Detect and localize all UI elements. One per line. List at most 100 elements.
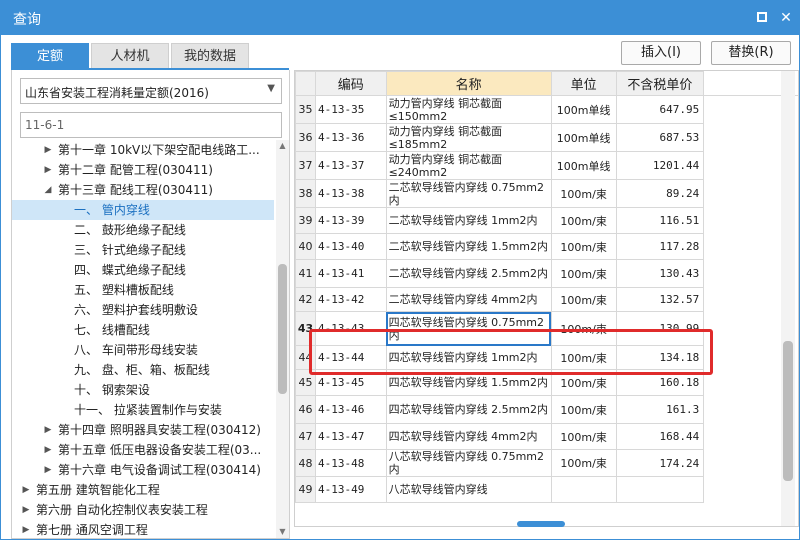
- collapsed-arrow-icon[interactable]: ▶: [20, 500, 32, 520]
- name-cell[interactable]: 动力管内穿线 铜芯截面≤150mm2: [385, 95, 552, 124]
- price-cell[interactable]: 160.18: [615, 369, 705, 396]
- row-number[interactable]: 37: [295, 151, 316, 180]
- search-input[interactable]: [20, 112, 282, 138]
- name-cell[interactable]: 四芯软导线管内穿线 1.5mm2内: [385, 369, 552, 396]
- replace-button[interactable]: 替换(R): [711, 41, 791, 65]
- row-number[interactable]: 35: [295, 95, 316, 124]
- price-cell[interactable]: 117.28: [615, 233, 705, 260]
- tab-labor-material-machine[interactable]: 人材机: [91, 43, 169, 69]
- tree-item[interactable]: 一、 管内穿线: [12, 200, 274, 220]
- tree-item[interactable]: 三、 针式绝缘子配线: [12, 240, 274, 260]
- tree-item[interactable]: ▶ 第六册 自动化控制仪表安装工程: [12, 500, 274, 520]
- row-number[interactable]: 41: [295, 259, 316, 288]
- code-cell[interactable]: 4-13-38: [314, 179, 387, 208]
- collapsed-arrow-icon[interactable]: ▶: [42, 160, 54, 180]
- unit-header[interactable]: 单位: [550, 71, 617, 96]
- price-cell[interactable]: 89.24: [615, 179, 705, 208]
- row-number[interactable]: 38: [295, 179, 316, 208]
- tree-item[interactable]: ▶ 第五册 建筑智能化工程: [12, 480, 274, 500]
- tree-item[interactable]: 八、 车间带形母线安装: [12, 340, 274, 360]
- resize-grip[interactable]: [517, 521, 565, 527]
- table-row[interactable]: 40 4-13-40 二芯软导线管内穿线 1.5mm2内 100m/束 117.28: [295, 233, 799, 260]
- code-cell[interactable]: 4-13-48: [314, 449, 387, 477]
- price-cell[interactable]: [615, 476, 705, 503]
- row-number[interactable]: 47: [295, 423, 316, 450]
- code-cell[interactable]: 4-13-49: [314, 476, 387, 503]
- unit-cell[interactable]: 100m/束: [550, 311, 617, 346]
- unit-cell[interactable]: 100m单线: [550, 95, 617, 124]
- unit-cell[interactable]: 100m/束: [550, 345, 617, 370]
- tree-item[interactable]: ▶ 第十四章 照明器具安装工程(030412): [12, 420, 274, 440]
- table-row[interactable]: 48 4-13-48 八芯软导线管内穿线 0.75mm2内 100m/束 174.24: [295, 449, 799, 477]
- row-number[interactable]: 44: [295, 345, 316, 370]
- unit-cell[interactable]: 100m单线: [550, 151, 617, 180]
- table-row[interactable]: 42 4-13-42 二芯软导线管内穿线 4mm2内 100m/束 132.57: [295, 287, 799, 312]
- table-row[interactable]: 36 4-13-36 动力管内穿线 铜芯截面≤185mm2 100m单线 687.53: [295, 123, 799, 152]
- price-cell[interactable]: 130.43: [615, 259, 705, 288]
- tree-item[interactable]: 七、 线槽配线: [12, 320, 274, 340]
- row-number[interactable]: 36: [295, 123, 316, 152]
- unit-cell[interactable]: 100m/束: [550, 207, 617, 234]
- tab-my-data[interactable]: 我的数据: [171, 43, 249, 69]
- price-cell[interactable]: 161.3: [615, 395, 705, 424]
- code-cell[interactable]: 4-13-40: [314, 233, 387, 260]
- table-row[interactable]: 41 4-13-41 二芯软导线管内穿线 2.5mm2内 100m/束 130.43: [295, 259, 799, 288]
- table-row[interactable]: 39 4-13-39 二芯软导线管内穿线 1mm2内 100m/束 116.51: [295, 207, 799, 234]
- code-cell[interactable]: 4-13-47: [314, 423, 387, 450]
- unit-cell[interactable]: [550, 476, 617, 503]
- price-cell[interactable]: 130.99: [615, 311, 705, 346]
- tree-item[interactable]: 十一、 拉紧装置制作与安装: [12, 400, 274, 420]
- tab-quota[interactable]: 定额: [11, 43, 89, 69]
- code-cell[interactable]: 4-13-35: [314, 95, 387, 124]
- collapsed-arrow-icon[interactable]: ▶: [42, 460, 54, 480]
- code-cell[interactable]: 4-13-42: [314, 287, 387, 312]
- insert-button[interactable]: 插入(I): [621, 41, 701, 65]
- code-cell[interactable]: 4-13-39: [314, 207, 387, 234]
- row-number[interactable]: 45: [295, 369, 316, 396]
- quota-library-select[interactable]: 山东省安装工程消耗量定额(2016) ▼: [20, 78, 282, 104]
- price-cell[interactable]: 687.53: [615, 123, 705, 152]
- table-row[interactable]: 44 4-13-44 四芯软导线管内穿线 1mm2内 100m/束 134.18: [295, 345, 799, 370]
- code-cell[interactable]: 4-13-45: [314, 369, 387, 396]
- tree-item[interactable]: 四、 蝶式绝缘子配线: [12, 260, 274, 280]
- collapsed-arrow-icon[interactable]: ▶: [42, 420, 54, 440]
- unit-cell[interactable]: 100m/束: [550, 179, 617, 208]
- tree-item[interactable]: 五、 塑料槽板配线: [12, 280, 274, 300]
- collapsed-arrow-icon[interactable]: ▶: [20, 520, 32, 538]
- tree-item[interactable]: ▶ 第十六章 电气设备调试工程(030414): [12, 460, 274, 480]
- collapsed-arrow-icon[interactable]: ▶: [42, 140, 54, 160]
- unit-cell[interactable]: 100m单线: [550, 123, 617, 152]
- tree-item[interactable]: 十、 钢索架设: [12, 380, 274, 400]
- table-row[interactable]: 37 4-13-37 动力管内穿线 铜芯截面≤240mm2 100m单线 1201.44: [295, 151, 799, 180]
- price-header[interactable]: 不含税单价: [615, 71, 705, 96]
- grid-scrollbar[interactable]: [781, 71, 795, 526]
- tree-item[interactable]: 九、 盘、柜、箱、板配线: [12, 360, 274, 380]
- unit-cell[interactable]: 100m/束: [550, 233, 617, 260]
- tree-item[interactable]: 六、 塑料护套线明敷设: [12, 300, 274, 320]
- scroll-up-icon[interactable]: ▲: [276, 140, 289, 152]
- tree-item[interactable]: 二、 鼓形绝缘子配线: [12, 220, 274, 240]
- name-cell[interactable]: 四芯软导线管内穿线 4mm2内: [385, 423, 552, 450]
- row-number[interactable]: 46: [295, 395, 316, 424]
- tree-item[interactable]: ▶ 第十五章 低压电器设备安装工程(03...: [12, 440, 274, 460]
- tree-scrollbar[interactable]: ▲ ▼: [276, 140, 289, 538]
- name-cell[interactable]: 二芯软导线管内穿线 1mm2内: [385, 207, 552, 234]
- code-header[interactable]: 编码: [314, 71, 387, 96]
- row-number[interactable]: 40: [295, 233, 316, 260]
- tree-item[interactable]: ▶ 第七册 通风空调工程: [12, 520, 274, 538]
- name-cell[interactable]: 八芯软导线管内穿线 0.75mm2内: [385, 449, 552, 477]
- collapsed-arrow-icon[interactable]: ▶: [42, 440, 54, 460]
- tree-item[interactable]: ▶ 第十二章 配管工程(030411): [12, 160, 274, 180]
- name-cell[interactable]: 八芯软导线管内穿线: [385, 476, 552, 503]
- scroll-down-icon[interactable]: ▼: [276, 526, 289, 538]
- name-cell[interactable]: 四芯软导线管内穿线 1mm2内: [385, 345, 552, 370]
- table-row[interactable]: 35 4-13-35 动力管内穿线 铜芯截面≤150mm2 100m单线 647.95: [295, 95, 799, 124]
- unit-cell[interactable]: 100m/束: [550, 259, 617, 288]
- code-cell[interactable]: 4-13-44: [314, 345, 387, 370]
- code-cell[interactable]: 4-13-36: [314, 123, 387, 152]
- row-number[interactable]: 42: [295, 287, 316, 312]
- price-cell[interactable]: 1201.44: [615, 151, 705, 180]
- row-number[interactable]: 43: [295, 311, 316, 346]
- unit-cell[interactable]: 100m/束: [550, 423, 617, 450]
- tree-scroll-thumb[interactable]: [278, 264, 287, 394]
